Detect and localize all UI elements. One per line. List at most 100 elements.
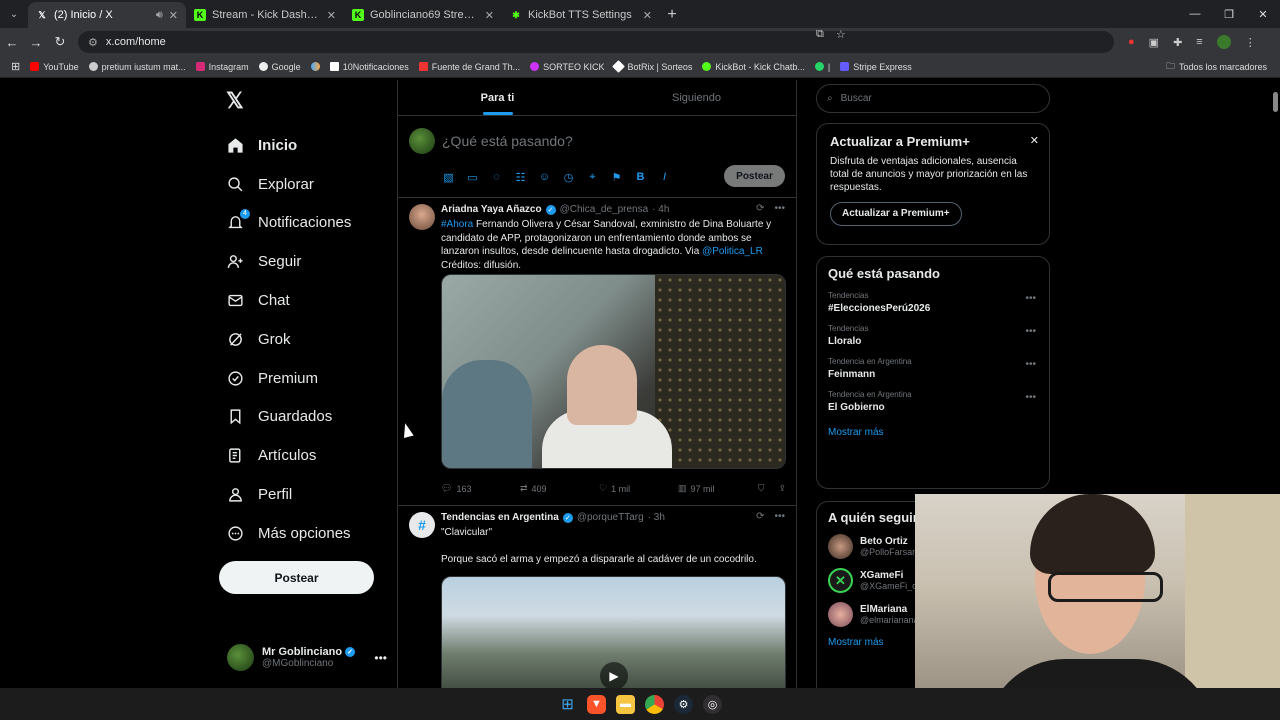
bookmark-unnamed[interactable] — [306, 62, 325, 71]
schedule-icon[interactable]: ◷ — [562, 171, 575, 184]
tweet-author-name[interactable]: Ariadna Yaya Añazco — [441, 204, 542, 215]
like-button[interactable]: ♡ 1 mil — [599, 483, 678, 494]
more-horizontal-icon[interactable]: ••• — [774, 203, 785, 214]
more-horizontal-icon[interactable]: ••• — [774, 511, 785, 522]
apps-grid-icon[interactable]: ⊞ — [6, 60, 25, 73]
sidebar-item-grok[interactable]: Grok — [226, 320, 351, 359]
bookmark-star-icon[interactable]: ☆ — [836, 28, 846, 41]
sidebar-item-articulos[interactable]: Artículos — [226, 436, 351, 475]
grok-icon[interactable]: ⟳ — [756, 511, 764, 522]
sidebar-item-perfil[interactable]: Perfil — [226, 475, 351, 514]
url-bar[interactable]: ⚙ x.com/home ⧉ ☆ — [78, 28, 1114, 53]
reload-icon[interactable]: ↻ — [48, 34, 72, 50]
tweet-video[interactable] — [441, 274, 786, 469]
obs-icon[interactable]: ◎ — [703, 694, 722, 714]
close-icon[interactable]: ✕ — [1030, 134, 1039, 147]
avatar[interactable] — [409, 204, 435, 230]
search-input[interactable]: ⌕ Buscar — [816, 84, 1050, 113]
tab-close-icon[interactable]: ✕ — [327, 9, 336, 22]
avatar[interactable]: # — [409, 512, 435, 538]
sidebar-item-guardados[interactable]: Guardados — [226, 398, 351, 437]
tab-x-home[interactable]: 𝕏 (2) Inicio / X 🔊︎ ✕ — [28, 2, 186, 28]
bookmark-sorteo-kick[interactable]: SORTEO KICK — [525, 62, 609, 72]
tweet-time[interactable]: · 3h — [648, 512, 665, 523]
italic-icon[interactable]: I — [658, 171, 671, 184]
location-icon[interactable]: ⌖ — [586, 171, 599, 184]
tab-close-icon[interactable]: ✕ — [485, 9, 494, 22]
bookmark-youtube[interactable]: YouTube — [25, 62, 83, 72]
bookmark-whatsapp[interactable]: | — [810, 62, 835, 72]
composer-post-button[interactable]: Postear — [724, 165, 785, 187]
bookmark-pretium[interactable]: pretium iustum mat... — [84, 62, 191, 72]
bold-icon[interactable]: B — [634, 171, 647, 184]
record-extension-icon[interactable]: ● — [1128, 36, 1135, 48]
tab-kickbot-tts[interactable]: ✱ KickBot TTS Settings ✕ — [502, 2, 660, 28]
tweet[interactable]: Ariadna Yaya Añazco ✓ @Chica_de_prensa ·… — [398, 198, 796, 506]
scrollbar-thumb[interactable] — [1273, 92, 1278, 112]
more-horizontal-icon[interactable]: ••• — [1025, 326, 1036, 337]
bookmark-instagram[interactable]: Instagram — [191, 62, 254, 72]
tab-kick-dashboard[interactable]: K Stream - Kick Dashboard ✕ — [186, 2, 344, 28]
account-switcher[interactable]: Mr Goblinciano ✓ @MGoblinciano ••• — [227, 644, 387, 671]
more-horizontal-icon[interactable]: ••• — [1025, 392, 1036, 403]
brave-browser-icon[interactable]: ▼ — [587, 694, 606, 714]
all-bookmarks-folder[interactable]: 🗀 Todos los marcadores — [1161, 59, 1272, 75]
composer-input[interactable]: ¿Qué está pasando? — [442, 133, 573, 149]
post-button[interactable]: Postear — [219, 561, 374, 594]
flag-icon[interactable]: ⚑ — [610, 171, 623, 184]
trend-item[interactable]: Tendencia en Argentina Feinmann ••• — [828, 357, 1038, 380]
sidebar-item-notificaciones[interactable]: 4 Notificaciones — [226, 204, 351, 243]
new-tab-button[interactable]: + — [660, 2, 684, 28]
steam-icon[interactable]: ⚙ — [674, 694, 693, 714]
tab-close-icon[interactable]: ✕ — [169, 9, 178, 22]
bookmark-stripe[interactable]: Stripe Express — [835, 62, 917, 72]
bookmark-icon[interactable]: ⛉ — [758, 483, 765, 494]
tweet[interactable]: # Tendencias en Argentina ✓ @porqueTTarg… — [398, 506, 796, 688]
trend-item[interactable]: Tendencias Lloralo ••• — [828, 324, 1038, 347]
tweet-video[interactable]: ▶ — [441, 576, 786, 688]
reply-button[interactable]: 💬︎ 163 — [441, 483, 520, 494]
media-controls-icon[interactable]: ≡ — [1196, 36, 1202, 48]
sidebar-item-inicio[interactable]: Inicio — [226, 126, 351, 165]
repost-button[interactable]: ⇄ 409 — [520, 483, 599, 494]
sidebar-item-mas-opciones[interactable]: Más opciones — [226, 514, 351, 553]
tweet-author-handle[interactable]: @Chica_de_prensa — [560, 204, 649, 215]
tab-search-button[interactable]: ⌄ — [0, 0, 28, 28]
gif-icon[interactable]: ▭ — [466, 171, 479, 184]
bookmark-notifications[interactable]: 10Notificaciones — [325, 62, 414, 72]
share-icon[interactable]: ⇪ — [778, 483, 786, 494]
more-horizontal-icon[interactable]: ••• — [1025, 293, 1036, 304]
trend-item[interactable]: Tendencia en Argentina El Gobierno ••• — [828, 390, 1038, 413]
sidebar-item-chat[interactable]: Chat — [226, 281, 351, 320]
extension-icon[interactable]: ▣ — [1149, 36, 1159, 49]
tweet-author-name[interactable]: Tendencias en Argentina — [441, 512, 559, 523]
bookmark-kickbot[interactable]: KickBot - Kick Chatb... — [697, 62, 810, 72]
upgrade-premium-button[interactable]: Actualizar a Premium+ — [830, 202, 962, 226]
x-logo-icon[interactable]: 𝕏 — [226, 88, 244, 114]
profile-avatar[interactable] — [1216, 35, 1231, 49]
tab-goblinciano-stream[interactable]: K Goblinciano69 Stream - Watch ✕ — [344, 2, 502, 28]
forward-icon[interactable]: → — [24, 35, 48, 50]
puzzle-extensions-icon[interactable]: ✚ — [1173, 36, 1182, 49]
speaker-icon[interactable]: 🔊︎ — [156, 9, 163, 22]
file-explorer-icon[interactable]: ▬ — [616, 694, 635, 714]
poll-icon[interactable]: ☷ — [514, 171, 527, 184]
grok-icon[interactable]: ⟳ — [756, 203, 764, 214]
tweet-time[interactable]: · 4h — [652, 204, 669, 215]
sidebar-item-explorar[interactable]: Explorar — [226, 165, 351, 204]
site-info-icon[interactable]: ⚙ — [88, 36, 98, 49]
browser-menu-icon[interactable]: ⋮ — [1245, 36, 1256, 49]
install-app-icon[interactable]: ⧉ — [816, 28, 824, 41]
image-icon[interactable]: ▧ — [442, 171, 455, 184]
hashtag-link[interactable]: #Ahora — [441, 219, 473, 230]
close-window-icon[interactable]: ✕ — [1246, 0, 1280, 28]
more-horizontal-icon[interactable]: ••• — [1025, 359, 1036, 370]
bookmark-google[interactable]: Google — [254, 62, 306, 72]
trend-item[interactable]: Tendencias #EleccionesPerú2026 ••• — [828, 291, 1038, 314]
play-icon[interactable]: ▶ — [600, 662, 628, 688]
mention-link[interactable]: @Politica_LR — [702, 246, 763, 257]
bookmark-fuente-gta[interactable]: Fuente de Grand Th... — [414, 62, 525, 72]
sidebar-item-premium[interactable]: Premium — [226, 359, 351, 398]
grok-icon[interactable]: ◌ — [490, 171, 503, 184]
windows-start-icon[interactable]: ⊞ — [558, 695, 577, 714]
